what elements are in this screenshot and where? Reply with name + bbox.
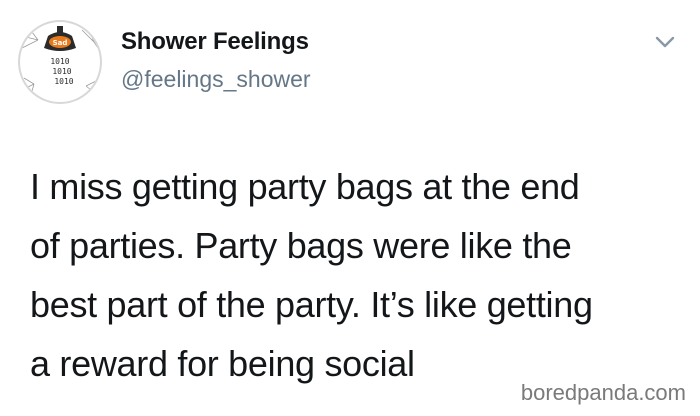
tweet-text-line: I miss getting party bags at the end: [30, 166, 580, 207]
avatar-drops-row-2: 1010: [52, 67, 71, 76]
avatar-drops-row-1: 1010: [50, 57, 69, 66]
chevron-down-icon[interactable]: [654, 34, 676, 50]
avatar-badge-text: Sad: [53, 39, 68, 47]
profile-avatar[interactable]: Sad 1010 1010 1010: [18, 20, 102, 104]
tweet-text-line: of parties. Party bags were like the: [30, 225, 572, 266]
shower-head-avatar-icon: Sad 1010 1010 1010: [21, 23, 99, 99]
tweet-text-line: best part of the party. It’s like gettin…: [30, 284, 593, 325]
tweet-text: I miss getting party bags at the end of …: [30, 157, 690, 393]
display-name[interactable]: Shower Feelings: [121, 28, 309, 56]
avatar-drops-row-3: 1010: [54, 77, 73, 86]
tweet-card: Sad 1010 1010 1010 Shower Feelings @feel…: [0, 0, 700, 416]
user-handle[interactable]: @feelings_shower: [121, 66, 311, 93]
source-watermark: boredpanda.com: [520, 380, 686, 405]
